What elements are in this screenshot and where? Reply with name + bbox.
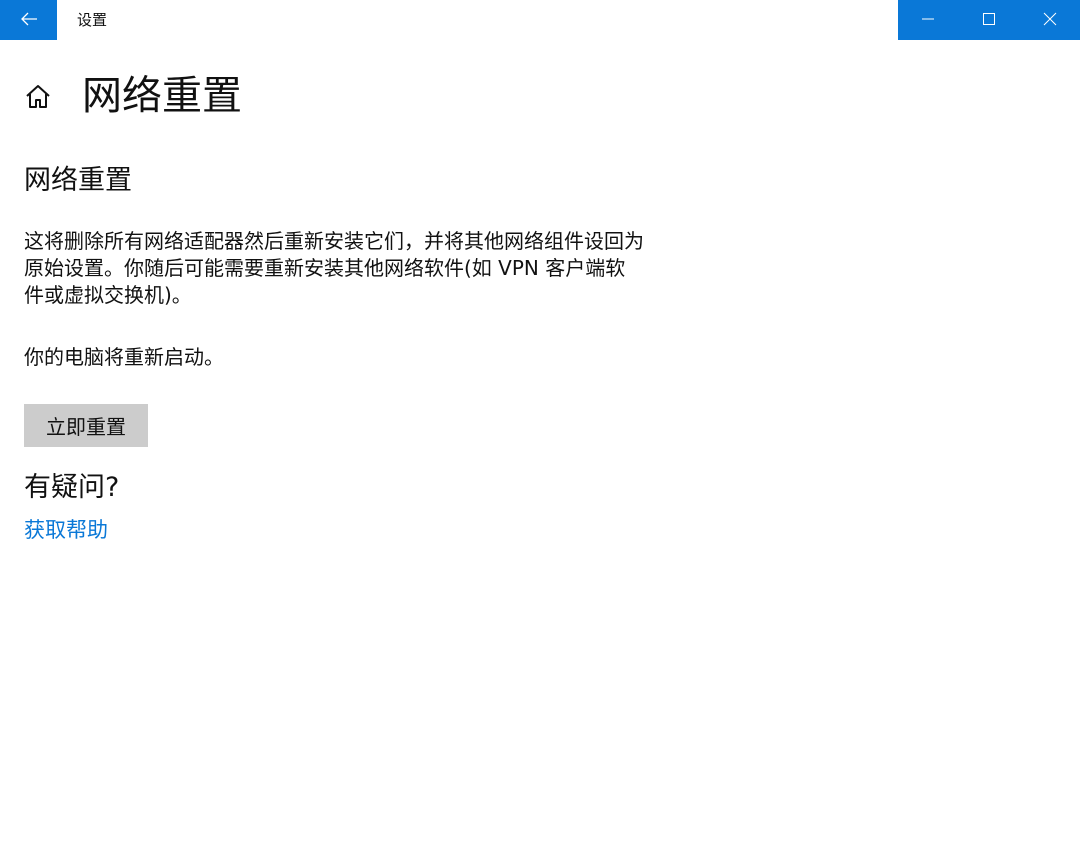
app-title: 设置 (77, 11, 108, 29)
maximize-icon (982, 11, 996, 30)
window-controls (898, 0, 1080, 40)
reset-description: 这将删除所有网络适配器然后重新安装它们，并将其他网络组件设回为原始设置。你随后可… (24, 229, 644, 307)
back-button[interactable] (0, 0, 57, 40)
minimize-icon (921, 11, 935, 30)
page-title: 网络重置 (82, 73, 242, 119)
reset-now-button[interactable]: 立即重置 (24, 404, 148, 447)
close-button[interactable] (1019, 0, 1080, 40)
maximize-button[interactable] (958, 0, 1019, 40)
home-icon[interactable] (24, 82, 52, 110)
close-icon (1043, 11, 1057, 30)
title-bar: 设置 (0, 0, 1080, 40)
minimize-button[interactable] (898, 0, 958, 40)
back-arrow-icon (20, 11, 38, 30)
get-help-link[interactable]: 获取帮助 (24, 515, 108, 545)
restart-note: 你的电脑将重新启动。 (24, 345, 224, 369)
questions-heading: 有疑问? (24, 472, 120, 503)
section-title: 网络重置 (24, 165, 132, 196)
